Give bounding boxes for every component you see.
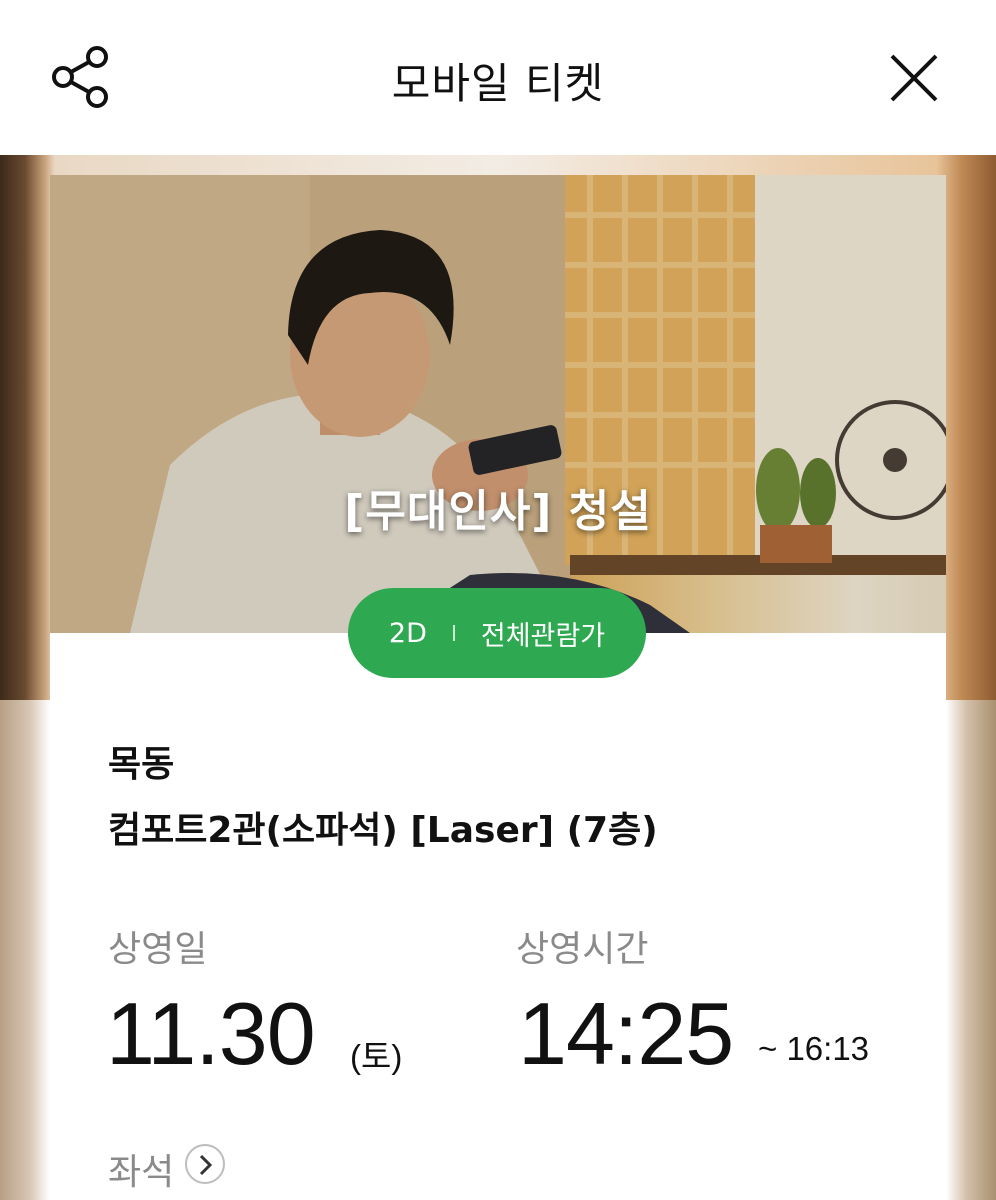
screen-name: 컴포트2관(소파석) [Laser] (7층) (108, 810, 658, 851)
theater-name: 목동 (108, 744, 175, 785)
format-label: 2D (388, 617, 427, 649)
screening-date: 11.30 (106, 984, 316, 1083)
screening-weekday: (토) (350, 1038, 403, 1075)
format-rating-badge: 2D 전체관람가 (348, 588, 646, 678)
end-time: ~ 16:13 (758, 1030, 870, 1067)
date-label: 상영일 (108, 929, 208, 970)
badge-divider (452, 625, 455, 641)
page-title: 모바일 티켓 (391, 59, 605, 108)
seat-label: 좌석 (108, 1152, 175, 1193)
poster-illustration (50, 175, 946, 633)
ticket-card: [무대인사] 청설 2D 전체관람가 목동 컴포트2관(소파석) [Laser]… (50, 175, 946, 1200)
movie-title: [무대인사] 청설 (344, 486, 652, 537)
top-bar: 모바일 티켓 (0, 0, 996, 155)
close-button[interactable] (884, 48, 944, 108)
start-time: 14:25 (518, 984, 734, 1083)
close-icon (890, 54, 938, 102)
rating-label: 전체관람가 (480, 620, 606, 652)
seat-detail-button[interactable] (185, 1144, 225, 1184)
time-label: 상영시간 (516, 929, 649, 970)
movie-poster: [무대인사] 청설 (50, 175, 946, 633)
chevron-right-icon (199, 1154, 213, 1176)
